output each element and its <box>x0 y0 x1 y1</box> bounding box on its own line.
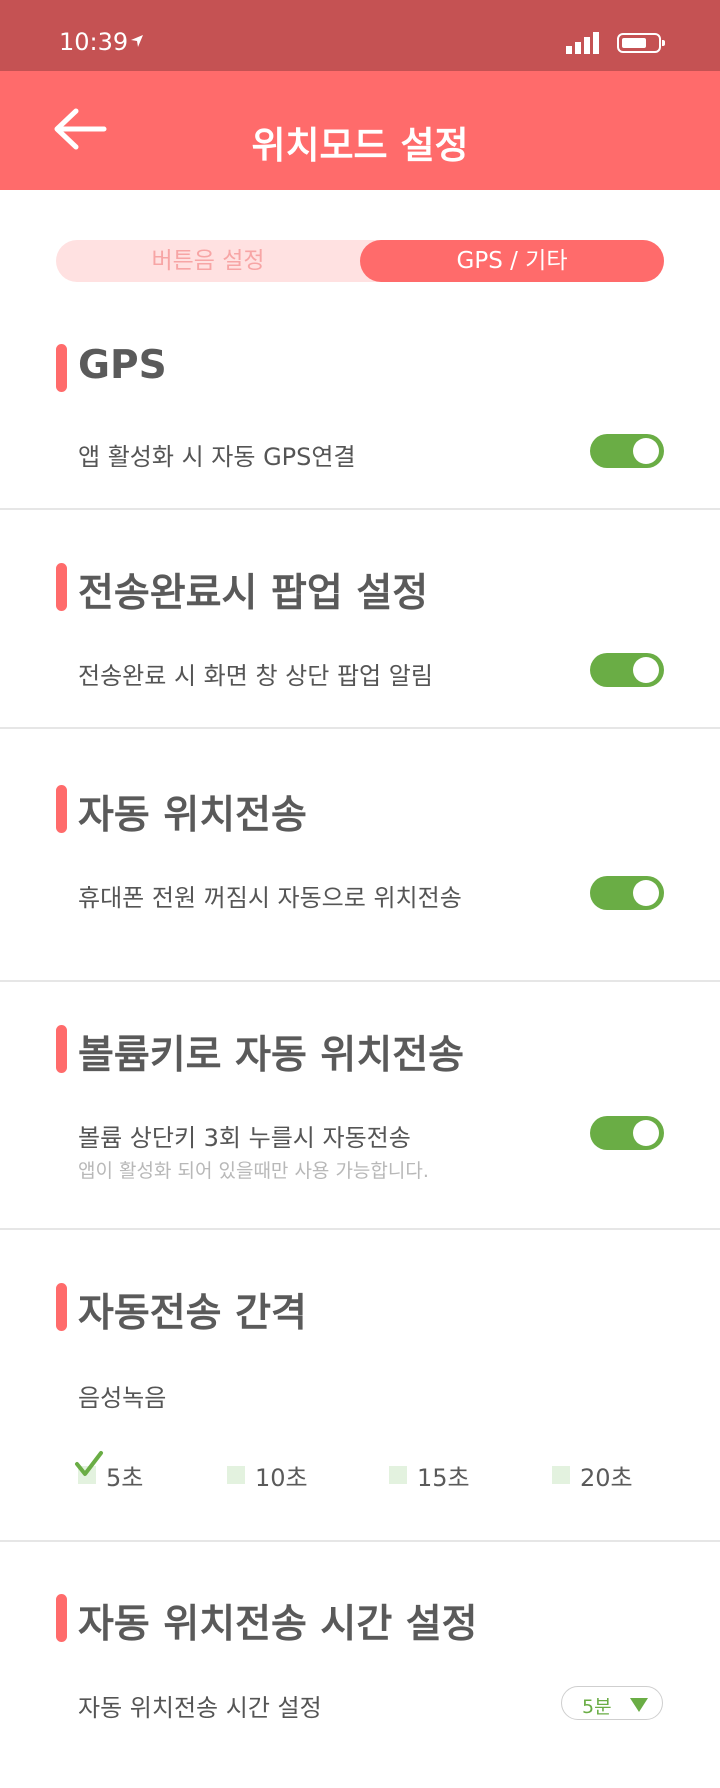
dropdown-triangle-icon <box>630 1698 648 1712</box>
signal-icon <box>566 32 599 54</box>
tab-switcher: 버튼음 설정 GPS / 기타 <box>56 240 664 282</box>
volume-key-send-toggle[interactable] <box>590 1116 664 1150</box>
checkbox <box>552 1466 570 1484</box>
section-marker <box>56 344 67 392</box>
section-marker <box>56 563 67 611</box>
power-off-send-label: 휴대폰 전원 꺼짐시 자동으로 위치전송 <box>78 884 462 912</box>
gps-auto-connect-label: 앱 활성화 시 자동 GPS연결 <box>78 443 356 471</box>
option-label: 10초 <box>255 1464 308 1492</box>
popup-alert-toggle[interactable] <box>590 653 664 687</box>
checkbox <box>389 1466 407 1484</box>
status-time: 10:39 <box>59 28 129 56</box>
battery-icon <box>617 33 665 53</box>
section-title-gps: GPS <box>78 343 167 388</box>
option-label: 20초 <box>580 1464 633 1492</box>
checkbox <box>227 1466 245 1484</box>
divider <box>0 980 720 982</box>
time-setting-label: 자동 위치전송 시간 설정 <box>78 1694 322 1722</box>
divider <box>0 1540 720 1542</box>
location-arrow-icon <box>131 35 143 47</box>
section-marker <box>56 785 67 833</box>
section-marker <box>56 1594 67 1642</box>
time-select-value: 5분 <box>582 1696 612 1718</box>
time-select[interactable]: 5분 <box>561 1686 663 1720</box>
section-marker <box>56 1025 67 1073</box>
volume-key-send-label: 볼륨 상단키 3회 누를시 자동전송 <box>78 1124 411 1152</box>
section-title-popup: 전송완료시 팝업 설정 <box>78 571 429 616</box>
voice-recording-label: 음성녹음 <box>78 1384 167 1412</box>
section-title-volume-key: 볼륨키로 자동 위치전송 <box>78 1033 464 1078</box>
tab-gps-other[interactable]: GPS / 기타 <box>360 240 664 282</box>
status-bar: 10:39 <box>0 0 720 71</box>
divider <box>0 1228 720 1230</box>
section-title-time-setting: 자동 위치전송 시간 설정 <box>78 1602 478 1647</box>
divider <box>0 508 720 510</box>
option-label: 5초 <box>106 1464 144 1492</box>
app-header: 위치모드 설정 <box>0 71 720 190</box>
section-title-interval: 자동전송 간격 <box>78 1291 307 1336</box>
divider <box>0 727 720 729</box>
popup-alert-label: 전송완료 시 화면 창 상단 팝업 알림 <box>78 662 433 690</box>
volume-key-note: 앱이 활성화 되어 있을때만 사용 가능합니다. <box>78 1160 429 1182</box>
section-marker <box>56 1283 67 1331</box>
page-title: 위치모드 설정 <box>251 124 469 167</box>
tab-button-sound[interactable]: 버튼음 설정 <box>56 240 360 282</box>
power-off-send-toggle[interactable] <box>590 876 664 910</box>
section-title-auto-location: 자동 위치전송 <box>78 793 307 838</box>
checkmark-icon <box>75 1451 103 1476</box>
option-label: 15초 <box>417 1464 470 1492</box>
gps-auto-connect-toggle[interactable] <box>590 434 664 468</box>
